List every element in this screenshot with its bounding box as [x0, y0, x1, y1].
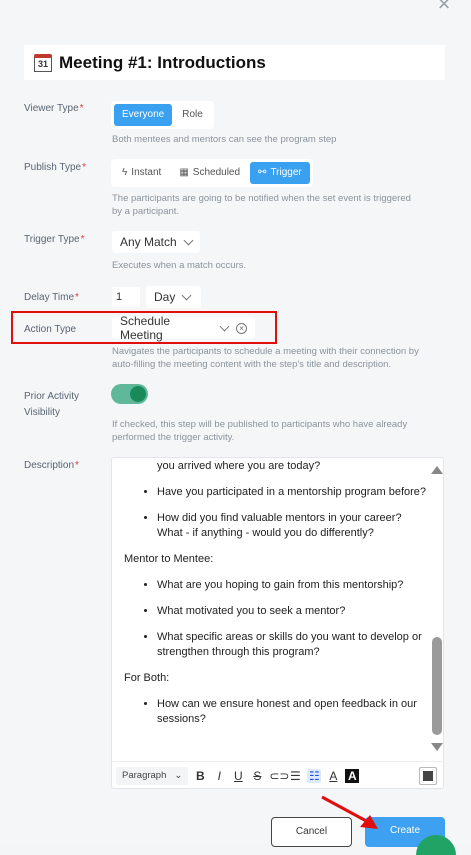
- publish-type-scheduled[interactable]: ▦ Scheduled: [171, 162, 248, 184]
- publish-type-trigger[interactable]: ⚯ Trigger: [250, 162, 310, 184]
- prior-activity-toggle[interactable]: [111, 384, 148, 404]
- bulleted-list-icon[interactable]: ☷: [307, 768, 322, 783]
- viewer-type-role[interactable]: Role: [174, 104, 211, 126]
- description-editor[interactable]: Can you share a bit about your backgroun…: [111, 457, 444, 789]
- share-nodes-icon: ⚯: [258, 167, 267, 178]
- publish-type-help-2: by a participant.: [112, 206, 180, 217]
- list-item: What motivated you to seek a mentor?: [157, 604, 430, 619]
- clear-icon[interactable]: ×: [236, 322, 247, 334]
- scroll-down-icon[interactable]: [431, 743, 443, 751]
- toggle-knob: [130, 386, 146, 402]
- prior-activity-help-2: performed the trigger activity.: [112, 432, 235, 443]
- list-item: What specific areas or skills do you wan…: [157, 630, 430, 660]
- action-type-help-1: Navigates the participants to schedule a…: [112, 346, 419, 357]
- publish-type-segment: ϟ Instant ▦ Scheduled ⚯ Trigger: [111, 159, 313, 187]
- bold-icon[interactable]: B: [193, 769, 207, 783]
- strikethrough-icon[interactable]: S: [250, 769, 264, 783]
- list-item: How did you find valuable mentors in you…: [157, 511, 430, 541]
- section-heading: Mentor to Mentee:: [124, 553, 214, 565]
- italic-icon[interactable]: I: [212, 769, 226, 783]
- prior-activity-label-1: Prior Activity: [24, 391, 80, 402]
- action-type-label: Action Type: [24, 324, 77, 335]
- delay-time-label: Delay Time*: [24, 292, 79, 303]
- list-item: Can you share a bit about your backgroun…: [157, 458, 430, 474]
- create-step-panel: × 31 Meeting #1: Introductions Viewer Ty…: [0, 0, 471, 855]
- bolt-icon: ϟ: [122, 167, 128, 178]
- list-item: What are you hoping to gain from this me…: [157, 578, 430, 593]
- trigger-type-value: Any Match: [120, 235, 177, 249]
- description-label: Description*: [24, 460, 79, 471]
- calendar-icon: 31: [34, 53, 52, 73]
- annotation-arrow-icon: [321, 795, 378, 829]
- expand-icon[interactable]: [419, 767, 437, 785]
- list-item: Have you participated in a mentorship pr…: [157, 485, 430, 500]
- viewer-type-segment: Everyone Role: [111, 101, 214, 129]
- prior-activity-label-2: Visibility: [24, 407, 60, 418]
- delay-unit-select[interactable]: Day: [146, 286, 201, 308]
- viewer-type-everyone[interactable]: Everyone: [114, 104, 173, 126]
- highlight-color-icon[interactable]: A: [345, 768, 360, 783]
- publish-type-help-1: The participants are going to be notifie…: [112, 193, 411, 204]
- editor-content[interactable]: Can you share a bit about your backgroun…: [112, 458, 430, 758]
- publish-type-instant[interactable]: ϟ Instant: [114, 162, 169, 184]
- action-type-select[interactable]: Schedule Meeting ×: [112, 314, 255, 342]
- chevron-down-icon: [183, 235, 194, 245]
- viewer-type-help: Both mentees and mentors can see the pro…: [112, 134, 337, 145]
- link-icon[interactable]: ⊂⊃: [269, 769, 289, 783]
- step-title: Meeting #1: Introductions: [59, 52, 266, 72]
- section-heading: For Both:: [124, 672, 170, 684]
- action-type-value: Schedule Meeting: [120, 314, 171, 342]
- trigger-type-help: Executes when a match occurs.: [112, 260, 247, 271]
- page-title: 31 Meeting #1: Introductions: [24, 45, 445, 80]
- scroll-thumb[interactable]: [432, 637, 442, 735]
- numbered-list-icon[interactable]: ☰: [288, 769, 302, 783]
- viewer-type-label: Viewer Type*: [24, 103, 84, 114]
- paragraph-style-select[interactable]: Paragraph ⌄: [116, 766, 189, 785]
- trigger-type-select[interactable]: Any Match: [112, 231, 200, 253]
- delay-number-input[interactable]: 1: [112, 287, 140, 307]
- font-color-icon[interactable]: A: [326, 769, 340, 783]
- trigger-type-label: Trigger Type*: [24, 234, 85, 245]
- publish-type-label: Publish Type*: [24, 162, 86, 173]
- editor-toolbar: Paragraph ⌄ B I U S ⊂⊃ ☰ ☷ A A: [112, 761, 443, 788]
- action-type-help-2: auto-filling the meeting content with th…: [112, 359, 392, 370]
- underline-icon[interactable]: U: [231, 769, 245, 783]
- chevron-down-icon: [219, 321, 230, 331]
- list-item: How can we ensure honest and open feedba…: [157, 697, 430, 727]
- close-icon[interactable]: ×: [434, 0, 454, 15]
- delay-unit-value: Day: [154, 290, 176, 304]
- scroll-up-icon[interactable]: [431, 466, 443, 474]
- prior-activity-help-1: If checked, this step will be published …: [112, 419, 408, 430]
- calendar-small-icon: ▦: [179, 167, 189, 178]
- editor-scrollbar[interactable]: [428, 458, 443, 758]
- chevron-down-icon: [181, 290, 192, 300]
